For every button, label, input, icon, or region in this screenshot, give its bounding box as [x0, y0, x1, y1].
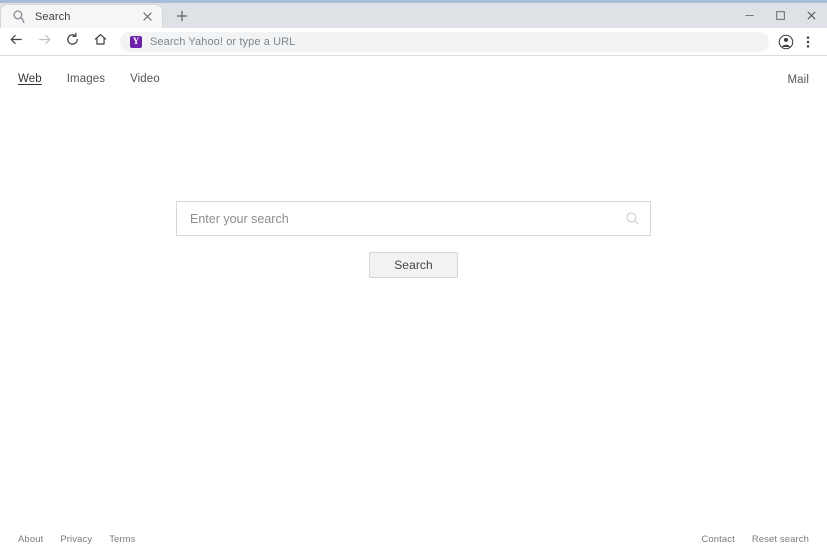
- page-nav-links: Web Images Video: [18, 73, 160, 85]
- reload-button[interactable]: [60, 30, 84, 54]
- three-dot-menu-icon[interactable]: [797, 31, 819, 53]
- page-footer: About Privacy Terms Contact Reset search: [0, 531, 827, 547]
- back-arrow-icon: [9, 32, 24, 52]
- browser-tab-search[interactable]: Search: [0, 4, 163, 28]
- yahoo-search-engine-icon: Y: [130, 35, 142, 48]
- magnifier-cursor-icon: [11, 9, 27, 25]
- home-button[interactable]: [88, 30, 112, 54]
- forward-button[interactable]: [32, 30, 56, 54]
- tab-close-icon[interactable]: [139, 9, 155, 25]
- home-icon: [93, 32, 108, 52]
- footer-link-reset-search[interactable]: Reset search: [752, 534, 809, 545]
- magnifier-icon[interactable]: [624, 211, 640, 227]
- nav-link-web[interactable]: Web: [18, 73, 42, 85]
- search-submit-button[interactable]: Search: [369, 252, 458, 278]
- search-area: Search: [0, 201, 827, 278]
- footer-link-privacy[interactable]: Privacy: [60, 534, 92, 545]
- tab-title: Search: [35, 10, 71, 23]
- new-tab-button[interactable]: [169, 4, 195, 28]
- footer-link-terms[interactable]: Terms: [109, 534, 135, 545]
- nav-link-video[interactable]: Video: [130, 73, 160, 85]
- nav-link-mail[interactable]: Mail: [788, 74, 810, 86]
- forward-arrow-icon: [37, 32, 52, 52]
- footer-link-about[interactable]: About: [18, 534, 43, 545]
- nav-link-images[interactable]: Images: [67, 73, 105, 85]
- window-minimize-button[interactable]: [734, 3, 765, 28]
- profile-avatar-icon[interactable]: [775, 31, 797, 53]
- window-close-button[interactable]: [796, 3, 827, 28]
- window-controls: [734, 3, 827, 28]
- footer-right-links: Contact Reset search: [701, 534, 809, 545]
- tab-strip: Search: [0, 3, 827, 28]
- search-input[interactable]: [190, 202, 618, 235]
- footer-left-links: About Privacy Terms: [18, 534, 136, 545]
- address-bar[interactable]: Y Search Yahoo! or type a URL: [120, 31, 769, 52]
- browser-toolbar: Y Search Yahoo! or type a URL: [0, 28, 827, 56]
- browser-window: Search Y Search Yahoo! or type a URL Web…: [0, 0, 827, 554]
- search-box[interactable]: [176, 201, 651, 236]
- page-content: Web Images Video Mail Search: [0, 56, 827, 554]
- reload-icon: [65, 32, 80, 52]
- page-nav-right: Mail: [788, 70, 810, 88]
- back-button[interactable]: [4, 30, 28, 54]
- window-maximize-button[interactable]: [765, 3, 796, 28]
- page-navigation-bar: Web Images Video Mail: [0, 66, 827, 92]
- footer-link-contact[interactable]: Contact: [701, 534, 734, 545]
- address-bar-placeholder: Search Yahoo! or type a URL: [150, 35, 296, 48]
